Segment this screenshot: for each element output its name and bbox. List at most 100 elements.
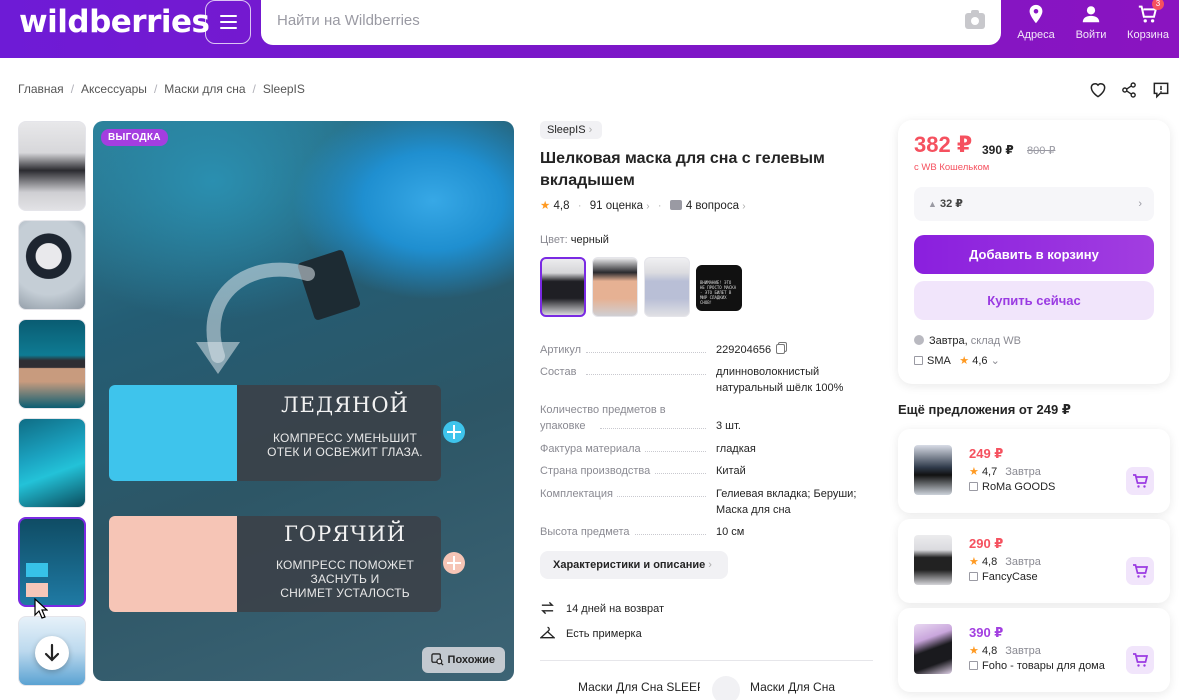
color-variant-promo[interactable]: ВНИМАНИЕ! ЭТО НЕ ПРОСТО МАСКА - ЭТО БИЛЕ… [696, 265, 742, 311]
gallery-thumb-5[interactable] [18, 517, 86, 607]
copy-icon[interactable] [776, 344, 786, 354]
breadcrumb: Главная / Аксессуары / Маски для сна / SleepIS [18, 82, 305, 96]
plus-icon [443, 552, 465, 574]
delivery-info: Завтра, склад WB [914, 335, 1021, 347]
wildberries-logo[interactable]: wildberries [19, 4, 210, 40]
shop-icon [969, 482, 978, 491]
return-arrows-icon [541, 601, 554, 615]
menu-icon [220, 15, 237, 17]
offer-card-2[interactable]: 290 ₽ ★ 4,8 Завтра FancyCase [898, 519, 1170, 603]
rating-value: 4,8 [553, 200, 570, 212]
wallet-note[interactable]: с WB Кошельком [914, 162, 989, 173]
characteristics-button[interactable]: Характеристики и описание › [540, 551, 728, 579]
promo-badge: ВЫГОДКА [101, 129, 168, 146]
product-title: Шелковая маска для сна с гелевым вкладыш… [540, 150, 825, 189]
tag-link-2[interactable]: Маски Для Сна [712, 676, 835, 700]
star-icon: ★ [540, 200, 551, 212]
offer-add-to-cart-button[interactable] [1126, 467, 1154, 495]
plus-icon [443, 421, 465, 443]
hanger-icon [540, 626, 555, 639]
color-variant-beige[interactable] [592, 257, 638, 317]
header: wildberries Адреса Войти 3 Корзина [0, 0, 1179, 58]
search-bar [261, 0, 1001, 45]
menu-button[interactable] [205, 0, 251, 44]
offer-price: 249 ₽ [969, 446, 1004, 461]
arrow-down-icon [44, 643, 60, 662]
chevron-right-icon: › [588, 124, 593, 136]
price-wallet: 382 ₽ [914, 132, 973, 157]
color-label: Цвет: черный [540, 234, 609, 246]
seller-info[interactable]: SMA ★ 4,6 ⌄ [914, 354, 1000, 367]
thumbs-scroll-down-button[interactable] [35, 636, 69, 670]
location-pin-icon [1029, 4, 1043, 24]
offer-price: 390 ₽ [969, 625, 1004, 640]
offer-thumbnail [914, 535, 952, 585]
article-number: 229204656 [716, 344, 772, 356]
triangle-up-icon: ▲ [928, 199, 937, 209]
offer-price: 290 ₽ [969, 536, 1004, 551]
price-regular: 390 ₽ [982, 143, 1014, 157]
nav-addresses[interactable]: Адреса [1006, 0, 1066, 58]
cart-icon [1133, 564, 1149, 578]
star-icon: ★ [959, 355, 970, 367]
gallery-thumb-1[interactable] [18, 121, 86, 211]
cold-compress-panel: ЛЕДЯНОЙ КОМПРЕСС УМЕНЬШИТ ОТЕК И ОСВЕЖИТ… [109, 385, 465, 481]
shop-icon [969, 661, 978, 670]
gallery-thumb-3[interactable] [18, 319, 86, 409]
nav-cart[interactable]: 3 Корзина [1118, 0, 1178, 58]
other-offers-title: Ещё предложения от 249 ₽ [898, 402, 1071, 417]
breadcrumb-home[interactable]: Главная [18, 82, 64, 96]
cart-icon [1133, 653, 1149, 667]
chevron-right-icon: › [1138, 198, 1142, 210]
cart-icon [1133, 474, 1149, 488]
buy-now-button[interactable]: Купить сейчас [914, 281, 1154, 320]
category-icon [712, 676, 740, 700]
curved-arrow-icon [196, 262, 315, 374]
chevron-down-icon: ⌄ [990, 355, 1000, 367]
cart-count-badge: 3 [1152, 0, 1164, 10]
add-to-cart-button[interactable]: Добавить в корзину [914, 235, 1154, 274]
color-variant-black[interactable] [540, 257, 586, 317]
gallery-thumb-2[interactable] [18, 220, 86, 310]
offer-add-to-cart-button[interactable] [1126, 557, 1154, 585]
tag-link-1[interactable]: Маски Для Сна SLEEPI [578, 680, 700, 694]
offer-thumbnail [914, 445, 952, 495]
heart-icon[interactable] [1088, 80, 1108, 100]
report-icon[interactable] [1151, 80, 1171, 100]
breadcrumb-accessories[interactable]: Аксессуары [81, 82, 147, 96]
nav-login[interactable]: Войти [1061, 0, 1121, 58]
camera-icon[interactable] [965, 10, 985, 29]
breadcrumb-brand[interactable]: SleepIS [263, 82, 305, 96]
warehouse-icon [914, 335, 924, 345]
chevron-right-icon: › [708, 559, 712, 571]
main-product-image[interactable]: ВЫГОДКА ЛЕДЯНОЙ КОМПРЕСС УМЕНЬШИТ ОТЕК И… [93, 121, 514, 681]
return-policy: 14 дней на возврат [540, 601, 664, 615]
cold-color-swatch [109, 385, 237, 481]
user-icon [1082, 6, 1100, 23]
questions-link[interactable]: 4 вопроса › [669, 200, 746, 212]
price-old: 800 ₽ [1027, 145, 1056, 157]
hot-compress-panel: ГОРЯЧИЙ КОМПРЕСС ПОМОЖЕТ ЗАСНУТЬ И СНИМЕ… [109, 516, 465, 612]
gallery-thumb-4[interactable] [18, 418, 86, 508]
offer-add-to-cart-button[interactable] [1126, 646, 1154, 674]
share-icon[interactable] [1119, 80, 1139, 100]
search-input[interactable] [277, 12, 937, 29]
breadcrumb-sleep-masks[interactable]: Маски для сна [164, 82, 245, 96]
star-icon: ★ [969, 556, 979, 568]
star-icon: ★ [969, 645, 979, 657]
reviews-link[interactable]: 91 оценка › [590, 200, 650, 212]
similar-button[interactable]: Похожие [421, 647, 505, 673]
offer-card-1[interactable]: 249 ₽ ★ 4,7 Завтра RoMa GOODS [898, 429, 1170, 513]
question-icon [669, 200, 682, 210]
offer-card-3[interactable]: 390 ₽ ★ 4,8 Завтра Foho - товары для дома [898, 608, 1170, 692]
fitting-available: Есть примерка [540, 626, 642, 640]
shop-icon [969, 572, 978, 581]
offer-thumbnail [914, 624, 952, 674]
brand-link[interactable]: SleepIS › [540, 121, 603, 139]
search-similar-icon [430, 653, 444, 666]
cashback-row[interactable]: ▲ 32 ₽ › [914, 187, 1154, 221]
star-icon: ★ [969, 466, 979, 478]
hot-color-swatch [109, 516, 237, 612]
color-variant-lavender[interactable] [644, 257, 690, 317]
price-card: 382 ₽ 390 ₽ 800 ₽ с WB Кошельком ▲ 32 ₽ ›… [898, 120, 1170, 384]
